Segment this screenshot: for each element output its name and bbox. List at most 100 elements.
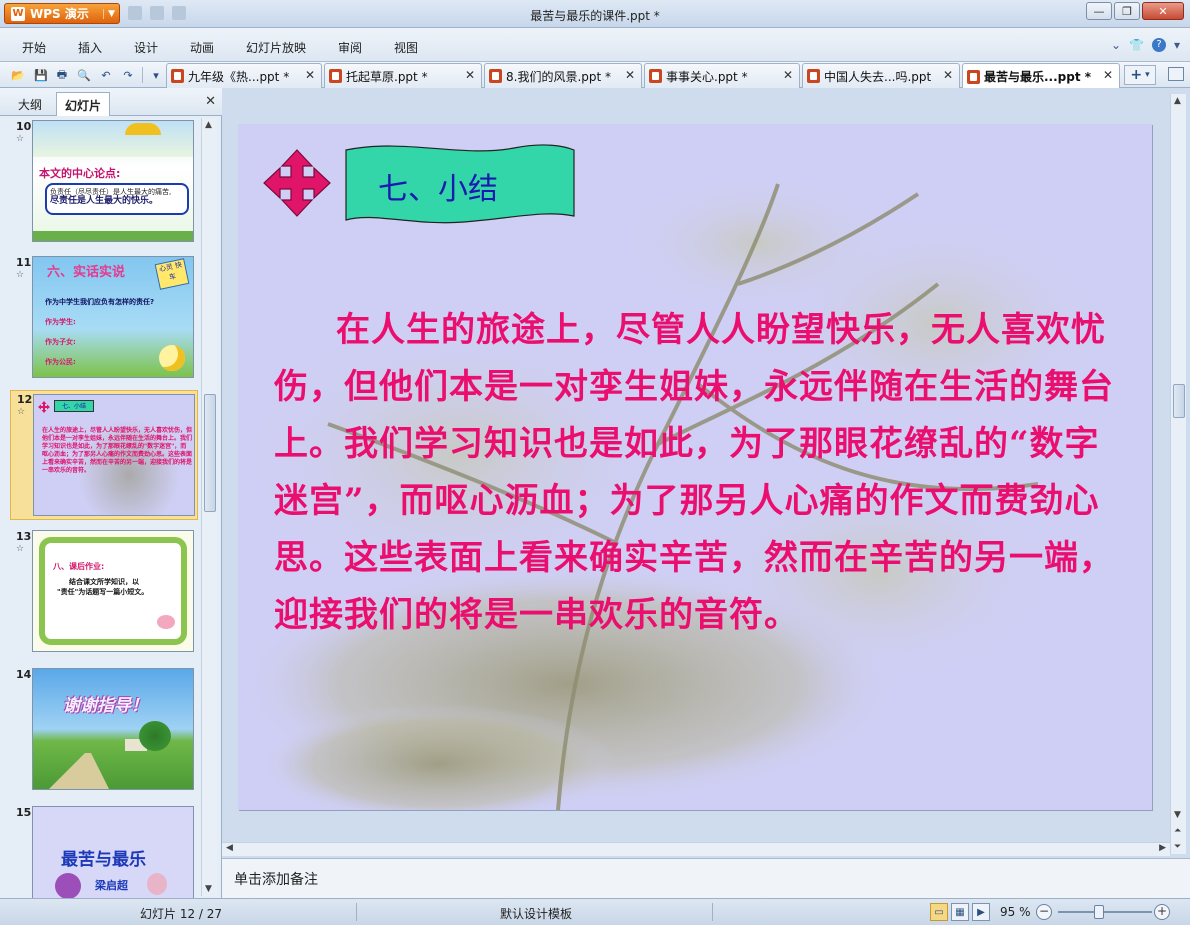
doc-tab-label: 最苦与最乐...ppt *	[984, 70, 1092, 84]
panel-tabs: 大纲 幻灯片 ✕	[0, 88, 222, 116]
close-tab-icon[interactable]: ✕	[625, 68, 635, 82]
menu-insert[interactable]: 插入	[78, 39, 102, 56]
close-tab-icon[interactable]: ✕	[1103, 68, 1113, 82]
close-tab-icon[interactable]: ✕	[943, 68, 953, 82]
scroll-left-arrow-icon[interactable]: ◀	[226, 843, 233, 853]
design-template-name[interactable]: 默认设计模板	[500, 905, 572, 922]
thumb-box: 负责任（尽尽责任）是人生最大的痛苦, 尽责任是人生最大的快乐。	[45, 183, 189, 215]
close-tab-icon[interactable]: ✕	[465, 68, 475, 82]
redo-icon[interactable]: ↷	[120, 67, 136, 83]
notes-pane[interactable]: 单击添加备注	[222, 858, 1190, 898]
doc-tab-3[interactable]: 8.我们的风景.ppt * ✕	[484, 63, 642, 88]
thumb-title: 最苦与最乐	[61, 850, 146, 870]
slide-sorter-view-button[interactable]: ▦	[951, 903, 969, 921]
editor-vertical-scrollbar[interactable]: ▲ ▼ ⏶ ⏷	[1170, 94, 1186, 854]
slide-thumbnail[interactable]: 八、课后作业: 结合课文所学知识，以 "责任"为话题写一篇小短文。	[32, 530, 194, 652]
menu-review[interactable]: 审阅	[338, 39, 362, 56]
thumb-line-bold: 尽责任是人生最大的快乐。	[50, 196, 159, 206]
editor-horizontal-scrollbar[interactable]: ◀ ▶	[222, 842, 1170, 856]
ppt-file-icon	[329, 69, 342, 83]
slide-thumb-row-selected[interactable]: 12 ☆ 七、小结 在人生的旅途上，尽管人人盼望快乐，无人喜欢忧伤，但他们本是一…	[10, 390, 198, 520]
zoom-slider-handle[interactable]	[1094, 905, 1104, 919]
scrollbar-thumb[interactable]	[204, 394, 216, 512]
menu-design[interactable]: 设计	[134, 39, 158, 56]
thumb-line: 作为子女:	[45, 338, 76, 346]
skin-icon[interactable]: 👕	[1129, 38, 1144, 52]
doc-tab-5[interactable]: 中国人失去...吗.ppt ✕	[802, 63, 960, 88]
close-window-button[interactable]: ✕	[1142, 2, 1184, 20]
doc-tab-1[interactable]: 九年级《热...ppt * ✕	[166, 63, 322, 88]
ppt-file-icon	[807, 69, 820, 83]
collapse-ribbon-icon[interactable]: ⌄	[1111, 38, 1121, 52]
minimize-button[interactable]: —	[1086, 2, 1112, 20]
zoom-out-button[interactable]: −	[1036, 904, 1052, 920]
help-menu-chevron-icon[interactable]: ▾	[1174, 38, 1180, 52]
new-tab-button[interactable]: + ▾	[1124, 65, 1156, 85]
slideshow-view-button[interactable]: ▶	[972, 903, 990, 921]
doc-tab-6-active[interactable]: 最苦与最乐...ppt * ✕	[962, 63, 1120, 89]
menu-view[interactable]: 视图	[394, 39, 418, 56]
menu-slideshow[interactable]: 幻灯片放映	[246, 39, 306, 56]
pig-icon	[157, 615, 175, 629]
close-tab-icon[interactable]: ✕	[783, 68, 793, 82]
save-icon[interactable]: 💾	[33, 67, 49, 83]
menu-home[interactable]: 开始	[22, 39, 46, 56]
next-slide-icon[interactable]: ⏷	[1174, 842, 1181, 852]
tab-slides[interactable]: 幻灯片	[56, 92, 111, 116]
slide-editor: 七、小结 在人生的旅途上，尽管人人盼望快乐，无人喜欢忧伤，但他们本是一对孪生姐妹…	[222, 88, 1190, 898]
print-preview-icon[interactable]: 🔍	[76, 67, 92, 83]
slide-thumbnail[interactable]: 本文的中心论点: 负责任（尽尽责任）是人生最大的痛苦, 尽责任是人生最大的快乐。	[32, 120, 194, 242]
toolbar-separator	[142, 67, 143, 83]
tab-outline[interactable]: 大纲	[10, 92, 50, 116]
doc-tab-2[interactable]: 托起草原.ppt * ✕	[324, 63, 482, 88]
open-folder-icon[interactable]: 📂	[10, 67, 26, 83]
thumb-line: 作为学生:	[45, 318, 76, 326]
zoom-in-button[interactable]: +	[1154, 904, 1170, 920]
scroll-right-arrow-icon[interactable]: ▶	[1159, 843, 1166, 853]
animation-star-icon: ☆	[16, 134, 25, 144]
slide-thumbnail[interactable]: 谢谢指导！	[32, 668, 194, 790]
slide-thumb-row[interactable]: 10 ☆ 本文的中心论点: 负责任（尽尽责任）是人生最大的痛苦, 尽责任是人生最…	[10, 118, 198, 246]
scroll-down-arrow-icon[interactable]: ▼	[205, 884, 212, 894]
maximize-button[interactable]: ❐	[1114, 2, 1140, 20]
animation-star-icon: ☆	[16, 544, 25, 554]
thumbnail-scrollbar[interactable]: ▲ ▼	[201, 118, 217, 896]
slide-thumb-row[interactable]: 11 ☆ 六、实话实说 心灵 快车 作为中学生我们应负有怎样的责任? 作为学生:…	[10, 254, 198, 382]
task-pane-toggle-icon[interactable]	[1168, 67, 1184, 81]
scroll-down-arrow-icon[interactable]: ▼	[1174, 810, 1181, 820]
doc-tab-label: 事事关心.ppt *	[666, 69, 748, 84]
slide-thumbnail[interactable]: 六、实话实说 心灵 快车 作为中学生我们应负有怎样的责任? 作为学生: 作为子女…	[32, 256, 194, 378]
help-icon[interactable]: ?	[1151, 38, 1166, 52]
print-icon[interactable]: 🖶	[54, 67, 70, 83]
tree-icon	[139, 721, 171, 751]
previous-slide-icon[interactable]: ⏶	[1174, 826, 1181, 836]
slide-thumbnail[interactable]: 七、小结 在人生的旅途上，尽管人人盼望快乐，无人喜欢忧伤，但他们本是一对孪生姐妹…	[33, 394, 195, 516]
toolbar-dropdown-icon[interactable]: ▾	[148, 67, 164, 83]
slide-heading[interactable]: 七、小结	[378, 164, 498, 208]
thumb-text: 在人生的旅途上，尽管人人盼望快乐，无人喜欢忧伤，但他们本是一对孪生姐妹，永远伴随…	[42, 427, 193, 474]
scroll-up-arrow-icon[interactable]: ▲	[205, 120, 212, 130]
scroll-up-arrow-icon[interactable]: ▲	[1174, 96, 1181, 106]
doc-tab-4[interactable]: 事事关心.ppt * ✕	[644, 63, 800, 88]
menu-right-icons: ⌄ 👕 ? ▾	[1111, 38, 1180, 52]
zoom-slider-track[interactable]	[1058, 911, 1152, 913]
close-panel-icon[interactable]: ✕	[205, 94, 216, 109]
doc-tab-label: 8.我们的风景.ppt *	[506, 69, 612, 84]
slide-thumbnail[interactable]: 最苦与最乐 梁启超	[32, 806, 194, 898]
menu-animation[interactable]: 动画	[190, 39, 214, 56]
thumb-grass	[33, 231, 193, 241]
slide-thumb-row[interactable]: 15 最苦与最乐 梁启超	[10, 804, 198, 898]
scrollbar-thumb[interactable]	[1173, 384, 1185, 418]
umbrella-icon	[125, 123, 161, 135]
normal-view-button[interactable]: ▭	[930, 903, 948, 921]
notes-placeholder[interactable]: 单击添加备注	[234, 869, 318, 889]
thumbnail-list: 10 ☆ 本文的中心论点: 负责任（尽尽责任）是人生最大的痛苦, 尽责任是人生最…	[0, 118, 200, 898]
animation-star-icon: ☆	[16, 270, 25, 280]
slide-body-text[interactable]: 在人生的旅途上，尽管人人盼望快乐，无人喜欢忧伤，但他们本是一对孪生姐妹，永远伴随…	[274, 302, 1124, 644]
close-tab-icon[interactable]: ✕	[305, 68, 315, 82]
slide-thumb-row[interactable]: 14 谢谢指导！	[10, 666, 198, 794]
ppt-file-icon	[489, 69, 502, 83]
current-slide[interactable]: 七、小结 在人生的旅途上，尽管人人盼望快乐，无人喜欢忧伤，但他们本是一对孪生姐妹…	[238, 124, 1152, 810]
undo-icon[interactable]: ↶	[98, 67, 114, 83]
slide-thumb-row[interactable]: 13 ☆ 八、课后作业: 结合课文所学知识，以 "责任"为话题写一篇小短文。	[10, 528, 198, 656]
